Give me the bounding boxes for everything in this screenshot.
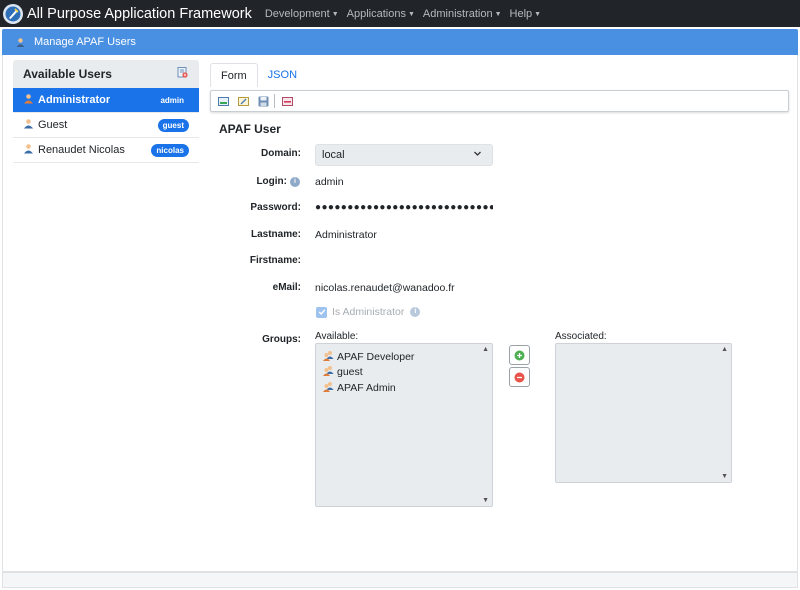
user-id-badge: guest [157, 118, 189, 132]
password-field[interactable]: ●●●●●●●●●●●●●●●●●●●●●●●●●●●●●●●●●●● [315, 202, 493, 213]
caret-down-icon: ▼ [494, 10, 502, 18]
user-name: Renaudet Nicolas [38, 144, 125, 156]
password-label: Password: [250, 202, 301, 213]
chevron-down-icon [473, 149, 482, 161]
is-admin-checkbox[interactable] [316, 306, 327, 318]
user-name: Guest [38, 119, 68, 131]
users-list-title: Available Users [23, 67, 112, 81]
domain-value: local [322, 149, 345, 161]
new-user-icon[interactable] [177, 67, 188, 81]
lastname-label: Lastname: [250, 229, 301, 240]
toolbar-separator [274, 94, 275, 108]
edit-record-icon[interactable] [237, 95, 249, 107]
list-item[interactable]: guest [316, 365, 492, 381]
editor-tabs: Form JSON [210, 63, 307, 87]
form-section-title: APAF User [219, 122, 281, 136]
lastname-value[interactable]: Administrator [315, 229, 377, 241]
info-icon[interactable]: i [410, 307, 421, 317]
add-group-button[interactable] [509, 345, 530, 365]
tab-json[interactable]: JSON [258, 63, 307, 87]
scroll-up-icon[interactable]: ▲ [482, 346, 489, 353]
tab-form[interactable]: Form [210, 63, 258, 87]
firstname-label: Firstname: [249, 255, 301, 266]
new-record-icon[interactable] [217, 95, 229, 107]
user-icon [23, 143, 34, 157]
delete-record-icon[interactable] [281, 95, 293, 107]
users-list-panel: Available Users Administrator admin Gues… [13, 60, 199, 163]
user-icon [23, 118, 34, 132]
login-value: admin [315, 176, 344, 188]
menu-applications[interactable]: Applications ▼ [343, 8, 419, 20]
user-id-badge: nicolas [151, 143, 189, 157]
info-icon[interactable]: i [290, 177, 300, 187]
list-item[interactable]: APAF Developer [316, 349, 492, 365]
scroll-down-icon[interactable]: ▼ [482, 497, 489, 504]
group-name: guest [337, 366, 363, 379]
top-navbar: All Purpose Application Framework Develo… [0, 0, 800, 27]
email-label: eMail: [272, 282, 301, 293]
groups-label: Groups: [262, 334, 301, 345]
user-row-renaudet-nicolas[interactable]: Renaudet Nicolas nicolas [13, 138, 199, 163]
page-title: Manage APAF Users [34, 36, 136, 48]
main-menu: Development ▼ Applications ▼ Administratio… [261, 8, 545, 20]
menu-administration[interactable]: Administration ▼ [419, 8, 506, 20]
menu-help[interactable]: Help ▼ [506, 8, 546, 20]
group-name: APAF Developer [337, 350, 415, 363]
available-groups-list[interactable]: APAF Developer guest APAF Admin ▲ ▼ [315, 343, 493, 507]
save-icon[interactable] [257, 95, 269, 107]
user-icon [23, 93, 34, 107]
group-icon [323, 381, 334, 395]
associated-groups-label: Associated: [555, 331, 607, 342]
footer-bar [2, 572, 798, 588]
login-label: Login: [256, 176, 287, 187]
menu-development-label: Development [264, 7, 330, 20]
domain-select[interactable]: local [315, 144, 493, 166]
caret-down-icon: ▼ [534, 10, 542, 18]
group-icon [323, 350, 334, 364]
list-item[interactable]: APAF Admin [316, 380, 492, 396]
email-value[interactable]: nicolas.renaudet@wanadoo.fr [315, 282, 455, 294]
menu-administration-label: Administration [422, 7, 493, 20]
is-admin-label: Is Administrator [332, 306, 405, 318]
user-row-guest[interactable]: Guest guest [13, 113, 199, 138]
main-panel: Available Users Administrator admin Gues… [2, 55, 798, 572]
form-toolbar [210, 90, 789, 112]
user-row-administrator[interactable]: Administrator admin [13, 88, 199, 113]
group-icon [323, 365, 334, 379]
menu-applications-label: Applications [346, 7, 406, 20]
caret-down-icon: ▼ [331, 10, 339, 18]
caret-down-icon: ▼ [407, 10, 415, 18]
user-name: Administrator [38, 94, 111, 106]
page-header: Manage APAF Users [2, 29, 798, 55]
menu-development[interactable]: Development ▼ [261, 8, 343, 20]
app-brand-title[interactable]: All Purpose Application Framework [27, 6, 252, 22]
available-groups-label: Available: [315, 331, 359, 342]
app-logo-icon[interactable] [3, 3, 23, 24]
scroll-down-icon[interactable]: ▼ [721, 473, 728, 480]
domain-label: Domain: [261, 148, 301, 159]
remove-group-button[interactable] [509, 367, 530, 387]
menu-help-label: Help [509, 7, 533, 20]
is-admin-checkbox-row: Is Administrator i [316, 306, 421, 318]
associated-groups-list[interactable]: ▲ ▼ [555, 343, 732, 483]
user-id-badge: admin [160, 95, 184, 105]
group-name: APAF Admin [337, 381, 396, 394]
users-icon [14, 36, 26, 48]
users-list-header: Available Users [13, 60, 199, 88]
scroll-up-icon[interactable]: ▲ [721, 346, 728, 353]
